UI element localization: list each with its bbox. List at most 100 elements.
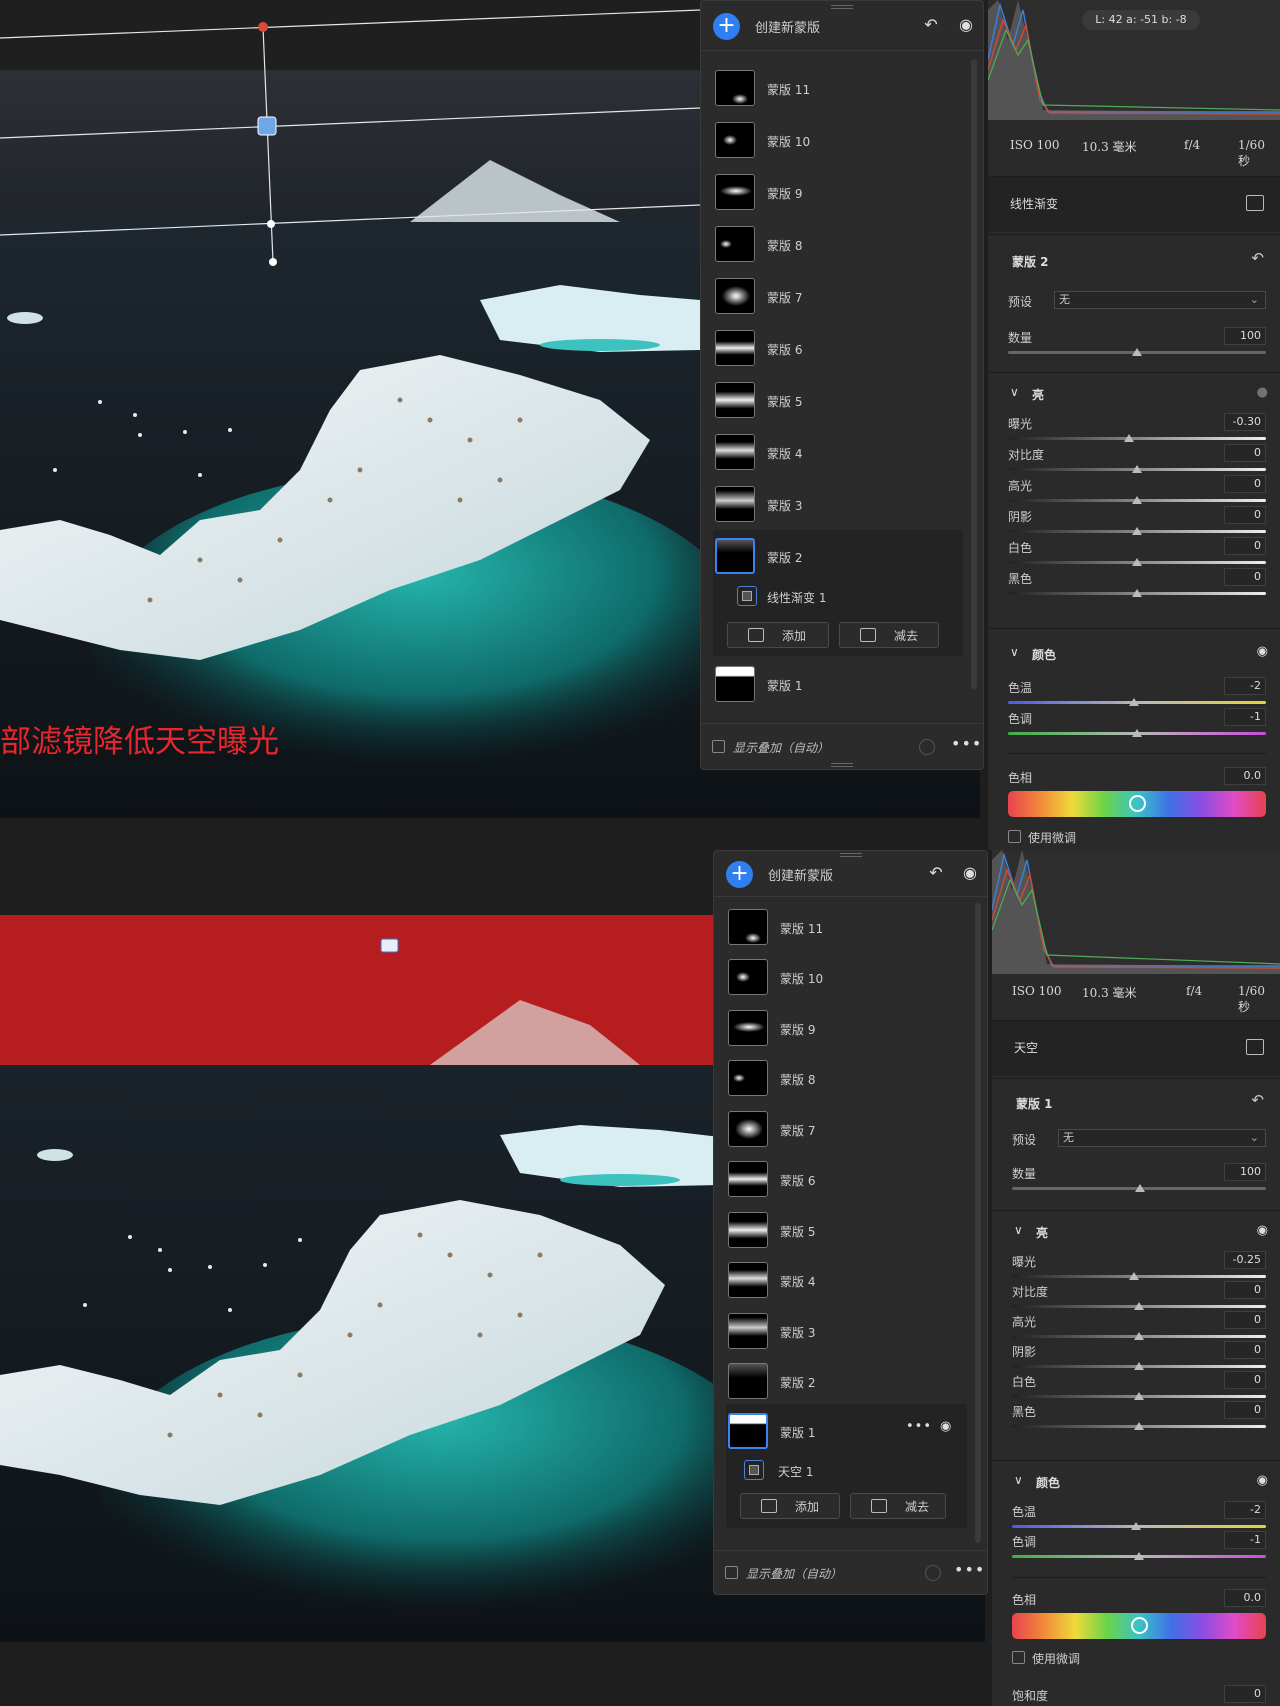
- slider-value[interactable]: 0: [1224, 444, 1266, 462]
- mask-row[interactable]: 蒙版 11: [713, 64, 963, 112]
- mask-row[interactable]: 蒙版 6: [726, 1155, 967, 1203]
- slider-knob[interactable]: [1132, 729, 1142, 737]
- mask-row[interactable]: 蒙版 2: [726, 1357, 967, 1405]
- scrollbar[interactable]: [971, 59, 977, 689]
- fine-tune-checkbox[interactable]: [1012, 1651, 1025, 1664]
- slider-value[interactable]: 0: [1224, 1371, 1266, 1389]
- mask-row[interactable]: 蒙版 10: [726, 953, 967, 1001]
- mask-row[interactable]: 蒙版 10: [713, 116, 963, 164]
- slider-track[interactable]: [1008, 437, 1266, 440]
- create-mask-button[interactable]: +: [713, 13, 740, 40]
- slider-value[interactable]: -1: [1224, 708, 1266, 726]
- slider-knob[interactable]: [1134, 1422, 1144, 1430]
- chevron-down-icon[interactable]: ∨: [1010, 385, 1019, 399]
- slider-knob[interactable]: [1132, 496, 1142, 504]
- mask-row[interactable]: 蒙版 9: [713, 168, 963, 216]
- slider-value[interactable]: 0: [1224, 1281, 1266, 1299]
- add-button[interactable]: 添加: [727, 622, 829, 648]
- eye-icon[interactable]: ◉: [1257, 1223, 1268, 1238]
- mask-row[interactable]: 蒙版 1: [713, 660, 963, 708]
- amount-knob[interactable]: [1132, 348, 1142, 356]
- mask-row[interactable]: 蒙版 8: [713, 220, 963, 268]
- amount-value[interactable]: 100: [1224, 1163, 1266, 1181]
- slider-knob[interactable]: [1134, 1552, 1144, 1560]
- amount-value[interactable]: 100: [1224, 327, 1266, 345]
- slider-knob[interactable]: [1132, 558, 1142, 566]
- slider-value[interactable]: 0: [1224, 506, 1266, 524]
- chevron-down-icon[interactable]: ∨: [1014, 1223, 1023, 1237]
- slider-value[interactable]: -1: [1224, 1531, 1266, 1549]
- eye-icon[interactable]: ●: [1257, 385, 1268, 400]
- mask-component-row[interactable]: 线性渐变 1: [713, 579, 963, 613]
- mask-row[interactable]: 蒙版 6: [713, 324, 963, 372]
- show-overlay-checkbox[interactable]: [725, 1566, 738, 1579]
- undo-icon[interactable]: ↶: [921, 15, 941, 35]
- saturation-value[interactable]: 0: [1224, 1685, 1266, 1703]
- slider-knob[interactable]: [1128, 1272, 1139, 1280]
- reset-icon[interactable]: ↶: [1251, 249, 1264, 267]
- add-button[interactable]: 添加: [740, 1493, 840, 1519]
- eye-icon[interactable]: ◉: [960, 863, 980, 883]
- mask-row[interactable]: 蒙版 8: [726, 1054, 967, 1102]
- hue-slider[interactable]: [1012, 1613, 1266, 1639]
- mask-row[interactable]: 蒙版 2: [713, 532, 963, 580]
- slider-knob[interactable]: [1134, 1362, 1144, 1370]
- mask-row[interactable]: 蒙版 7: [726, 1105, 967, 1153]
- more-icon[interactable]: •••: [951, 734, 982, 753]
- eye-icon[interactable]: ◉: [1257, 1473, 1268, 1488]
- show-overlay-checkbox[interactable]: [712, 740, 725, 753]
- slider-knob[interactable]: [1129, 698, 1140, 706]
- invert-mask-icon[interactable]: [1246, 1039, 1264, 1055]
- mask-row[interactable]: 蒙版 3: [726, 1307, 967, 1355]
- mask-row[interactable]: 蒙版 1 ••• ◉: [726, 1407, 967, 1455]
- invert-mask-icon[interactable]: [1246, 195, 1264, 211]
- mask-row[interactable]: 蒙版 4: [726, 1256, 967, 1304]
- undo-icon[interactable]: ↶: [926, 863, 946, 883]
- chevron-down-icon[interactable]: ∨: [1010, 645, 1019, 659]
- hue-value[interactable]: 0.0: [1224, 1589, 1266, 1607]
- slider-knob[interactable]: [1124, 434, 1135, 442]
- hue-slider[interactable]: [1008, 791, 1266, 817]
- overlay-color-icon[interactable]: [919, 739, 935, 755]
- hue-value[interactable]: 0.0: [1224, 767, 1266, 785]
- slider-value[interactable]: 0: [1224, 537, 1266, 555]
- panel-drag-handle-bottom[interactable]: [831, 763, 853, 767]
- chevron-down-icon[interactable]: ∨: [1014, 1473, 1023, 1487]
- more-icon[interactable]: •••: [954, 1560, 985, 1579]
- slider-knob[interactable]: [1134, 1302, 1144, 1310]
- overlay-color-icon[interactable]: [925, 1565, 941, 1581]
- amount-knob[interactable]: [1135, 1184, 1145, 1192]
- slider-value[interactable]: -0.30: [1224, 413, 1266, 431]
- scrollbar[interactable]: [975, 903, 981, 1543]
- eye-icon[interactable]: ◉: [1257, 644, 1268, 659]
- mask-row[interactable]: 蒙版 9: [726, 1004, 967, 1052]
- slider-knob[interactable]: [1134, 1332, 1144, 1340]
- reset-icon[interactable]: ↶: [1251, 1091, 1264, 1109]
- eye-icon[interactable]: ◉: [956, 15, 976, 35]
- slider-track[interactable]: [1012, 1275, 1266, 1278]
- mask-row[interactable]: 蒙版 7: [713, 272, 963, 320]
- slider-value[interactable]: 0: [1224, 475, 1266, 493]
- mask-row[interactable]: 蒙版 4: [713, 428, 963, 476]
- slider-knob[interactable]: [1134, 1392, 1144, 1400]
- subtract-button[interactable]: 减去: [850, 1493, 946, 1519]
- create-mask-button[interactable]: +: [726, 861, 753, 888]
- slider-value[interactable]: -2: [1224, 1501, 1266, 1519]
- more-icon[interactable]: •••: [906, 1419, 932, 1434]
- fine-tune-checkbox[interactable]: [1008, 830, 1021, 843]
- slider-knob[interactable]: [1131, 1522, 1142, 1530]
- mask-row[interactable]: 蒙版 11: [726, 903, 967, 951]
- slider-value[interactable]: -2: [1224, 677, 1266, 695]
- preset-dropdown[interactable]: 无 ⌄: [1054, 291, 1266, 309]
- preset-dropdown[interactable]: 无 ⌄: [1058, 1129, 1266, 1147]
- subtract-button[interactable]: 减去: [839, 622, 939, 648]
- slider-value[interactable]: 0: [1224, 568, 1266, 586]
- mask-row[interactable]: 蒙版 5: [726, 1206, 967, 1254]
- slider-value[interactable]: -0.25: [1224, 1251, 1266, 1269]
- mask-row[interactable]: 蒙版 5: [713, 376, 963, 424]
- slider-value[interactable]: 0: [1224, 1311, 1266, 1329]
- mask-component-row[interactable]: 天空 1: [726, 1453, 967, 1487]
- eye-icon[interactable]: ◉: [940, 1419, 952, 1434]
- hue-knob[interactable]: [1129, 795, 1146, 812]
- slider-value[interactable]: 0: [1224, 1401, 1266, 1419]
